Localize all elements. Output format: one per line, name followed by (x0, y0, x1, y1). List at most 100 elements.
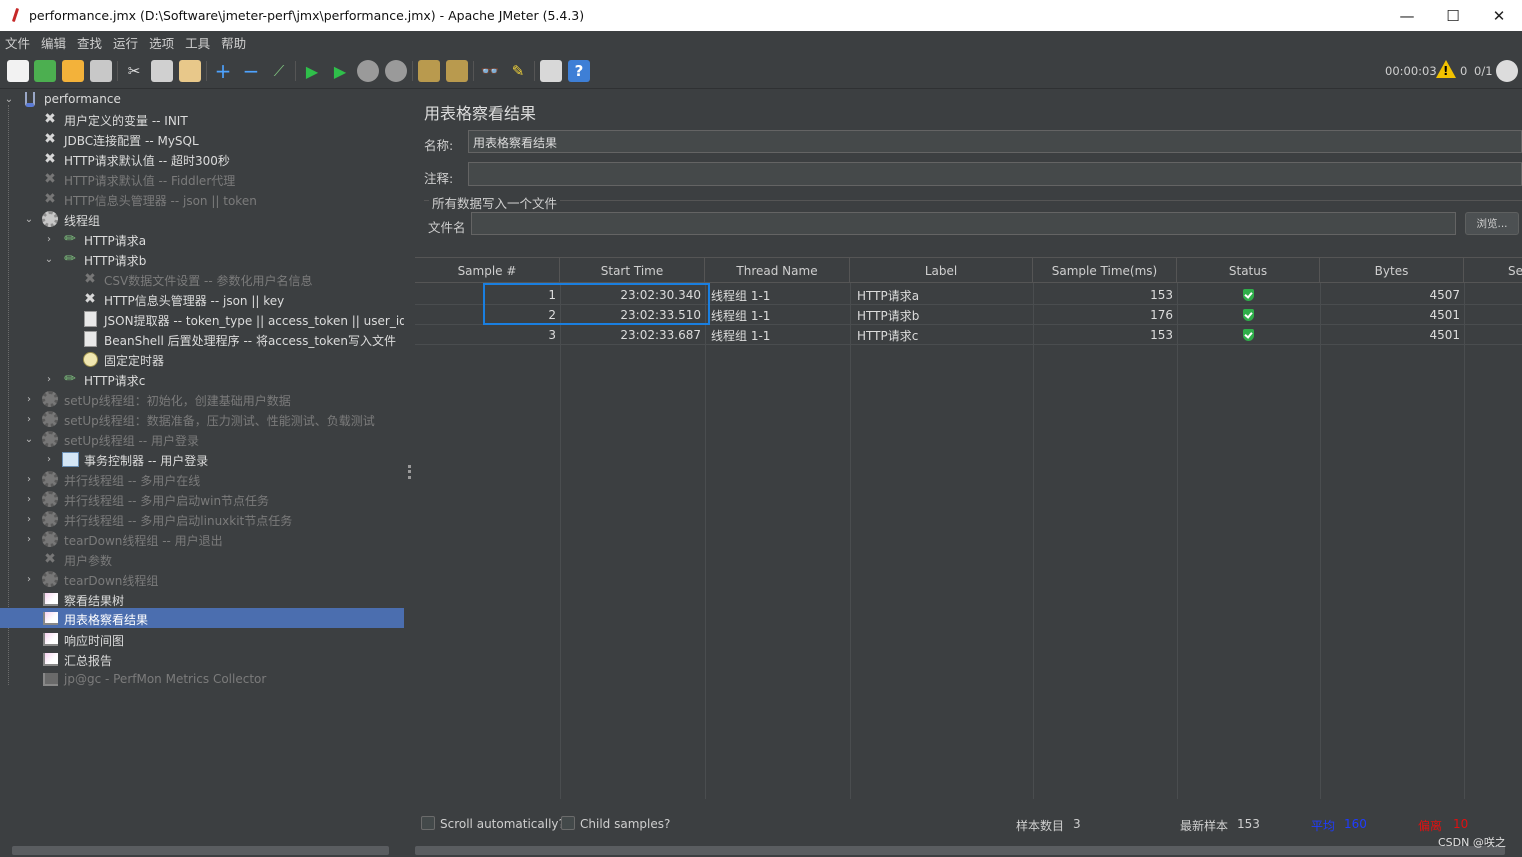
comment-field[interactable] (468, 162, 1522, 186)
chevron-down-icon[interactable]: ⌄ (4, 89, 14, 109)
tree-node[interactable]: ✖ HTTP信息头管理器 -- json || token (0, 189, 404, 209)
tree-node[interactable]: › 并行线程组 -- 多用户在线 (0, 469, 404, 489)
watermark: CSDN @咲之 (1438, 836, 1506, 849)
tree-node[interactable]: 固定定时器 (0, 349, 404, 369)
tree-horizontal-scrollbar[interactable] (12, 846, 389, 855)
templates-icon[interactable] (34, 60, 56, 82)
table-row[interactable]: 2 23:02:33.510 线程组 1-1 HTTP请求b 176 4501 (415, 305, 1522, 325)
stop-icon[interactable] (357, 60, 379, 82)
tree-node[interactable]: › 并行线程组 -- 多用户启动win节点任务 (0, 489, 404, 509)
tree-node[interactable]: ✖ HTTP请求默认值 -- Fiddler代理 (0, 169, 404, 189)
chevron-right-icon[interactable]: › (44, 369, 54, 389)
tree-node[interactable]: jp@gc - PerfMon Metrics Collector (0, 669, 404, 689)
tree-node-thread-group[interactable]: ⌄ 线程组 (0, 209, 404, 229)
close-button[interactable]: ✕ (1476, 0, 1522, 31)
tree-node[interactable]: ✖ 用户参数 (0, 549, 404, 569)
column-header-label[interactable]: Label (850, 258, 1033, 283)
gear-icon (41, 430, 59, 448)
cell-sample-time: 153 (1150, 288, 1173, 302)
expand-all-icon[interactable]: + (212, 59, 234, 83)
tree-node[interactable]: ⌄ setUp线程组 -- 用户登录 (0, 429, 404, 449)
chevron-right-icon[interactable]: › (24, 469, 34, 489)
chevron-right-icon[interactable]: › (24, 529, 34, 549)
tree-node[interactable]: ✖ JDBC连接配置 -- MySQL (0, 129, 404, 149)
tree-node[interactable]: 响应时间图 (0, 629, 404, 649)
name-field[interactable]: 用表格察看结果 (468, 130, 1522, 153)
column-header-sample-time[interactable]: Sample Time(ms) (1033, 258, 1177, 283)
menu-edit[interactable]: 编辑 (36, 33, 72, 52)
tree-node[interactable]: › setUp线程组：数据准备，压力测试、性能测试、负载测试 (0, 409, 404, 429)
tree-node[interactable]: 汇总报告 (0, 649, 404, 669)
column-header-status[interactable]: Status (1177, 258, 1320, 283)
chevron-down-icon[interactable]: ⌄ (24, 429, 34, 449)
menu-run[interactable]: 运行 (108, 33, 144, 52)
menu-tools[interactable]: 工具 (180, 33, 216, 52)
tree-node[interactable]: ⌄ ✏ HTTP请求b (0, 249, 404, 269)
tree-node[interactable]: › 并行线程组 -- 多用户启动linuxkit节点任务 (0, 509, 404, 529)
clear-all-icon[interactable] (446, 60, 468, 82)
save-icon[interactable] (90, 60, 112, 82)
help-icon[interactable]: ? (568, 60, 590, 82)
split-pane-divider[interactable] (404, 89, 415, 857)
copy-icon[interactable] (151, 60, 173, 82)
menu-help[interactable]: 帮助 (216, 33, 252, 52)
filename-field[interactable] (471, 212, 1456, 235)
menu-search[interactable]: 查找 (72, 33, 108, 52)
cut-icon[interactable]: ✂ (123, 60, 145, 82)
latest-sample-label: 最新样本 (1180, 819, 1229, 833)
tree-node[interactable]: ✖ CSV数据文件设置 -- 参数化用户名信息 (0, 269, 404, 289)
paste-icon[interactable] (179, 60, 201, 82)
scroll-automatically-checkbox[interactable] (421, 816, 435, 830)
function-helper-icon[interactable] (540, 60, 562, 82)
column-header-start-time[interactable]: Start Time (560, 258, 705, 283)
shutdown-icon[interactable] (385, 60, 407, 82)
table-row[interactable]: 1 23:02:30.340 线程组 1-1 HTTP请求a 153 4507 (415, 285, 1522, 305)
panel-horizontal-scrollbar[interactable] (415, 846, 1505, 855)
start-no-pause-icon[interactable]: ▶ (329, 60, 351, 82)
tree-node[interactable]: JSON提取器 -- token_type || access_token ||… (0, 309, 446, 329)
tree-node[interactable]: 察看结果树 (0, 589, 404, 609)
tree-node[interactable]: › setUp线程组：初始化，创建基础用户数据 (0, 389, 404, 409)
chevron-right-icon[interactable]: › (24, 569, 34, 589)
open-icon[interactable] (62, 60, 84, 82)
chevron-right-icon[interactable]: › (24, 489, 34, 509)
column-header-thread-name[interactable]: Thread Name (705, 258, 850, 283)
new-icon[interactable] (7, 60, 29, 82)
tree-node-test-plan[interactable]: ⌄ performance (0, 89, 404, 109)
menu-options[interactable]: 选项 (144, 33, 180, 52)
tree-node[interactable]: › ✏ HTTP请求a (0, 229, 404, 249)
elapsed-time: 00:00:03 (1385, 64, 1437, 78)
menu-file[interactable]: 文件 (0, 33, 36, 52)
remote-icon[interactable] (1496, 60, 1518, 82)
clear-icon[interactable] (418, 60, 440, 82)
tree-node[interactable]: ✖ 用户定义的变量 -- INIT (0, 109, 404, 129)
minimize-button[interactable]: — (1384, 0, 1430, 31)
column-header-bytes[interactable]: Bytes (1320, 258, 1464, 283)
search-binoculars-icon[interactable]: 👓 (479, 60, 501, 82)
chevron-right-icon[interactable]: › (24, 509, 34, 529)
column-header-sent-bytes[interactable]: Se (1464, 258, 1522, 283)
table-row[interactable]: 3 23:02:33.687 线程组 1-1 HTTP请求c 153 4501 (415, 325, 1522, 345)
reset-search-icon[interactable]: ✎ (507, 60, 529, 82)
start-icon[interactable]: ▶ (301, 60, 323, 82)
column-header-sample[interactable]: Sample # (415, 258, 560, 283)
child-samples-checkbox[interactable] (561, 816, 575, 830)
chevron-down-icon[interactable]: ⌄ (44, 249, 54, 269)
tree-node[interactable]: › tearDown线程组 (0, 569, 404, 589)
chevron-right-icon[interactable]: › (24, 389, 34, 409)
tree-node[interactable]: › tearDown线程组 -- 用户退出 (0, 529, 404, 549)
tree-node[interactable]: › ✏ HTTP请求c (0, 369, 404, 389)
tree-node[interactable]: ✖ HTTP信息头管理器 -- json || key (0, 289, 404, 309)
toggle-icon[interactable]: ⟋ (268, 60, 290, 82)
chevron-down-icon[interactable]: ⌄ (24, 209, 34, 229)
chevron-right-icon[interactable]: › (24, 409, 34, 429)
tree-node-selected[interactable]: 用表格察看结果 (0, 608, 404, 628)
maximize-button[interactable]: ☐ (1430, 0, 1476, 31)
tree-node[interactable]: ✖ HTTP请求默认值 -- 超时300秒 (0, 149, 404, 169)
browse-button[interactable]: 浏览... (1465, 212, 1519, 235)
chevron-right-icon[interactable]: › (44, 449, 54, 469)
tree-node[interactable]: › 事务控制器 -- 用户登录 (0, 449, 404, 469)
tree-node[interactable]: BeanShell 后置处理程序 -- 将access_token写入文件 (0, 329, 404, 349)
collapse-all-icon[interactable]: − (240, 59, 262, 83)
chevron-right-icon[interactable]: › (44, 229, 54, 249)
